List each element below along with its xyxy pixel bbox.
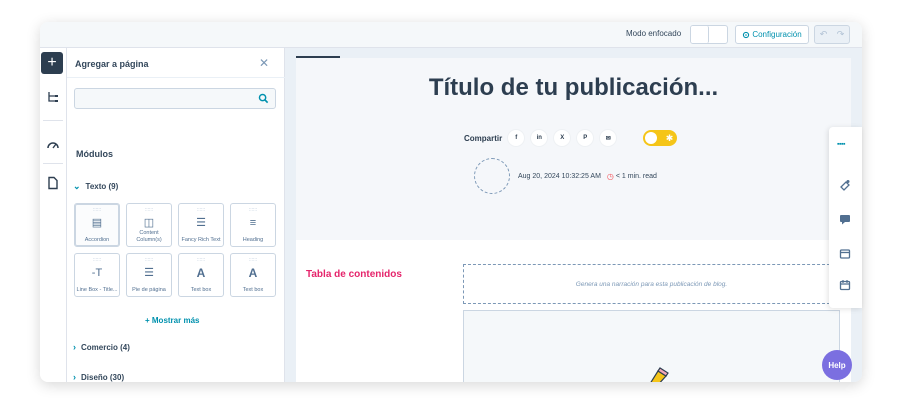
read-time: < 1 min. read — [615, 173, 657, 180]
undo-icon[interactable]: ↶ — [820, 29, 828, 40]
chevron-right-icon: › — [73, 342, 76, 352]
grip-icon: :::::: — [144, 257, 154, 263]
focus-mode-toggle[interactable] — [690, 25, 728, 44]
plus-icon[interactable]: + — [41, 52, 63, 74]
page-icon[interactable] — [46, 176, 60, 190]
focus-mode-label: Modo enfocado — [626, 29, 682, 38]
columns-icon: ◫ — [143, 217, 155, 229]
toggle-knob — [645, 132, 658, 144]
search-icon — [258, 93, 269, 104]
show-more-link[interactable]: + Mostrar más — [145, 316, 199, 325]
gauge-icon[interactable] — [46, 138, 60, 152]
tile-label: Pie de página — [132, 286, 166, 293]
line-title-icon: -T — [91, 267, 103, 279]
grip-icon: :::::: — [196, 207, 206, 213]
gear-icon — [743, 31, 750, 38]
text-icon: A — [196, 266, 206, 280]
paint-icon[interactable] — [839, 179, 851, 191]
share-row: Compartir f in X P ✉ ✱ — [464, 130, 678, 146]
category-label: Diseño (30) — [81, 372, 125, 382]
rich-text-icon: ☰ — [196, 217, 206, 229]
module-tile-fancy-rich-text[interactable]: :::::: ☰ Fancy Rich Text — [178, 203, 224, 247]
module-tile-text-box[interactable]: :::::: A Text box — [178, 253, 224, 297]
narration-text: Genera una narración para esta publicaci… — [575, 280, 728, 288]
text-icon: A — [248, 266, 258, 280]
narration-placeholder[interactable]: Genera una narración para esta publicaci… — [463, 264, 840, 304]
panel-header: Agregar a página ✕ — [67, 48, 285, 78]
theme-toggle[interactable]: ✱ — [643, 130, 678, 146]
post-meta: Aug 20, 2024 10:32:25 AM ◷ < 1 min. read — [518, 172, 657, 181]
sun-icon: ✱ — [665, 133, 674, 143]
email-icon[interactable]: ✉ — [600, 130, 617, 146]
grip-icon[interactable]: ▪▪▪▪ — [837, 141, 845, 148]
clock-icon: ◷ — [606, 172, 614, 181]
category-label: Comercio (4) — [81, 342, 130, 352]
grip-icon: :::::: — [248, 257, 258, 263]
post-title[interactable]: Título de tu publicación... — [296, 74, 851, 102]
top-bar: Modo enfocado Configuración ↶ ↷ — [40, 22, 862, 48]
content-area[interactable] — [463, 310, 840, 382]
module-tile-line-box-title[interactable]: :::::: -T Line Box - Title... — [74, 253, 120, 297]
footer-icon: ☰ — [144, 267, 154, 279]
tile-label: Accordion — [84, 236, 110, 243]
left-rail: + — [40, 48, 67, 382]
layout-icon[interactable] — [839, 248, 851, 260]
tile-label: Text box — [242, 286, 264, 293]
chevron-down-icon: ⌄ — [73, 181, 81, 191]
add-to-page-panel: Agregar a página ✕ Módulos ⌄ Texto (9) :… — [67, 48, 285, 382]
chevron-right-icon: › — [73, 372, 76, 382]
config-label: Configuración — [752, 30, 802, 39]
rail-divider — [43, 163, 63, 164]
heading-icon: ≡ — [249, 217, 257, 229]
app-window: Modo enfocado Configuración ↶ ↷ + Agrega… — [40, 22, 862, 382]
editor-canvas: Título de tu publicación... Compartir f … — [285, 48, 862, 382]
grip-icon: :::::: — [92, 207, 102, 213]
rail-divider — [43, 120, 63, 121]
tile-label: Line Box - Title... — [76, 286, 118, 293]
tile-label: Fancy Rich Text — [181, 236, 221, 243]
accordion-icon: ▤ — [91, 217, 103, 229]
module-tile-footer[interactable]: :::::: ☰ Pie de página — [126, 253, 172, 297]
share-label: Compartir — [464, 133, 503, 143]
pinterest-icon[interactable]: P — [577, 130, 594, 146]
structure-icon[interactable] — [46, 90, 60, 104]
category-label: Texto (9) — [85, 182, 119, 191]
tile-label: Content Column(s) — [136, 230, 162, 243]
blog-page-preview: Título de tu publicación... Compartir f … — [296, 58, 851, 382]
post-date: Aug 20, 2024 10:32:25 AM — [518, 173, 601, 180]
category-design[interactable]: › Diseño (30) — [73, 372, 124, 382]
module-tile-accordion[interactable]: :::::: ▤ Accordion — [74, 203, 120, 247]
calendar-icon[interactable] — [839, 279, 851, 291]
module-tile-content-columns[interactable]: :::::: ◫ Content Column(s) — [126, 203, 172, 247]
facebook-icon[interactable]: f — [508, 130, 525, 146]
module-tile-text-box-2[interactable]: :::::: A Text box — [230, 253, 276, 297]
x-icon[interactable]: X — [554, 130, 571, 146]
grip-icon: :::::: — [248, 207, 258, 213]
category-text[interactable]: ⌄ Texto (9) — [73, 181, 118, 192]
panel-title: Agregar a página — [75, 59, 149, 69]
modules-heading: Módulos — [76, 149, 113, 159]
comment-icon[interactable] — [839, 213, 851, 225]
search-input[interactable] — [74, 88, 276, 109]
undo-redo-group: ↶ ↷ — [814, 25, 850, 44]
grip-icon: :::::: — [92, 257, 102, 263]
tile-label: Text box — [190, 286, 212, 293]
right-toolbar: ▪▪▪▪ — [829, 127, 862, 308]
help-button[interactable]: Help — [822, 350, 852, 380]
avatar[interactable] — [474, 158, 510, 194]
linkedin-icon[interactable]: in — [531, 130, 548, 146]
close-icon[interactable]: ✕ — [259, 56, 269, 70]
post-header-section: Título de tu publicación... Compartir f … — [296, 58, 851, 240]
tile-label: Heading — [242, 236, 264, 243]
toc-title[interactable]: Tabla de contenidos — [306, 269, 402, 280]
pencil-icon — [650, 367, 669, 382]
grip-icon: :::::: — [144, 207, 154, 213]
category-commerce[interactable]: › Comercio (4) — [73, 342, 130, 352]
config-button[interactable]: Configuración — [735, 25, 809, 44]
redo-icon[interactable]: ↷ — [837, 29, 845, 40]
module-tile-heading[interactable]: :::::: ≡ Heading — [230, 203, 276, 247]
toggle-knob — [691, 26, 709, 43]
grip-icon: :::::: — [196, 257, 206, 263]
